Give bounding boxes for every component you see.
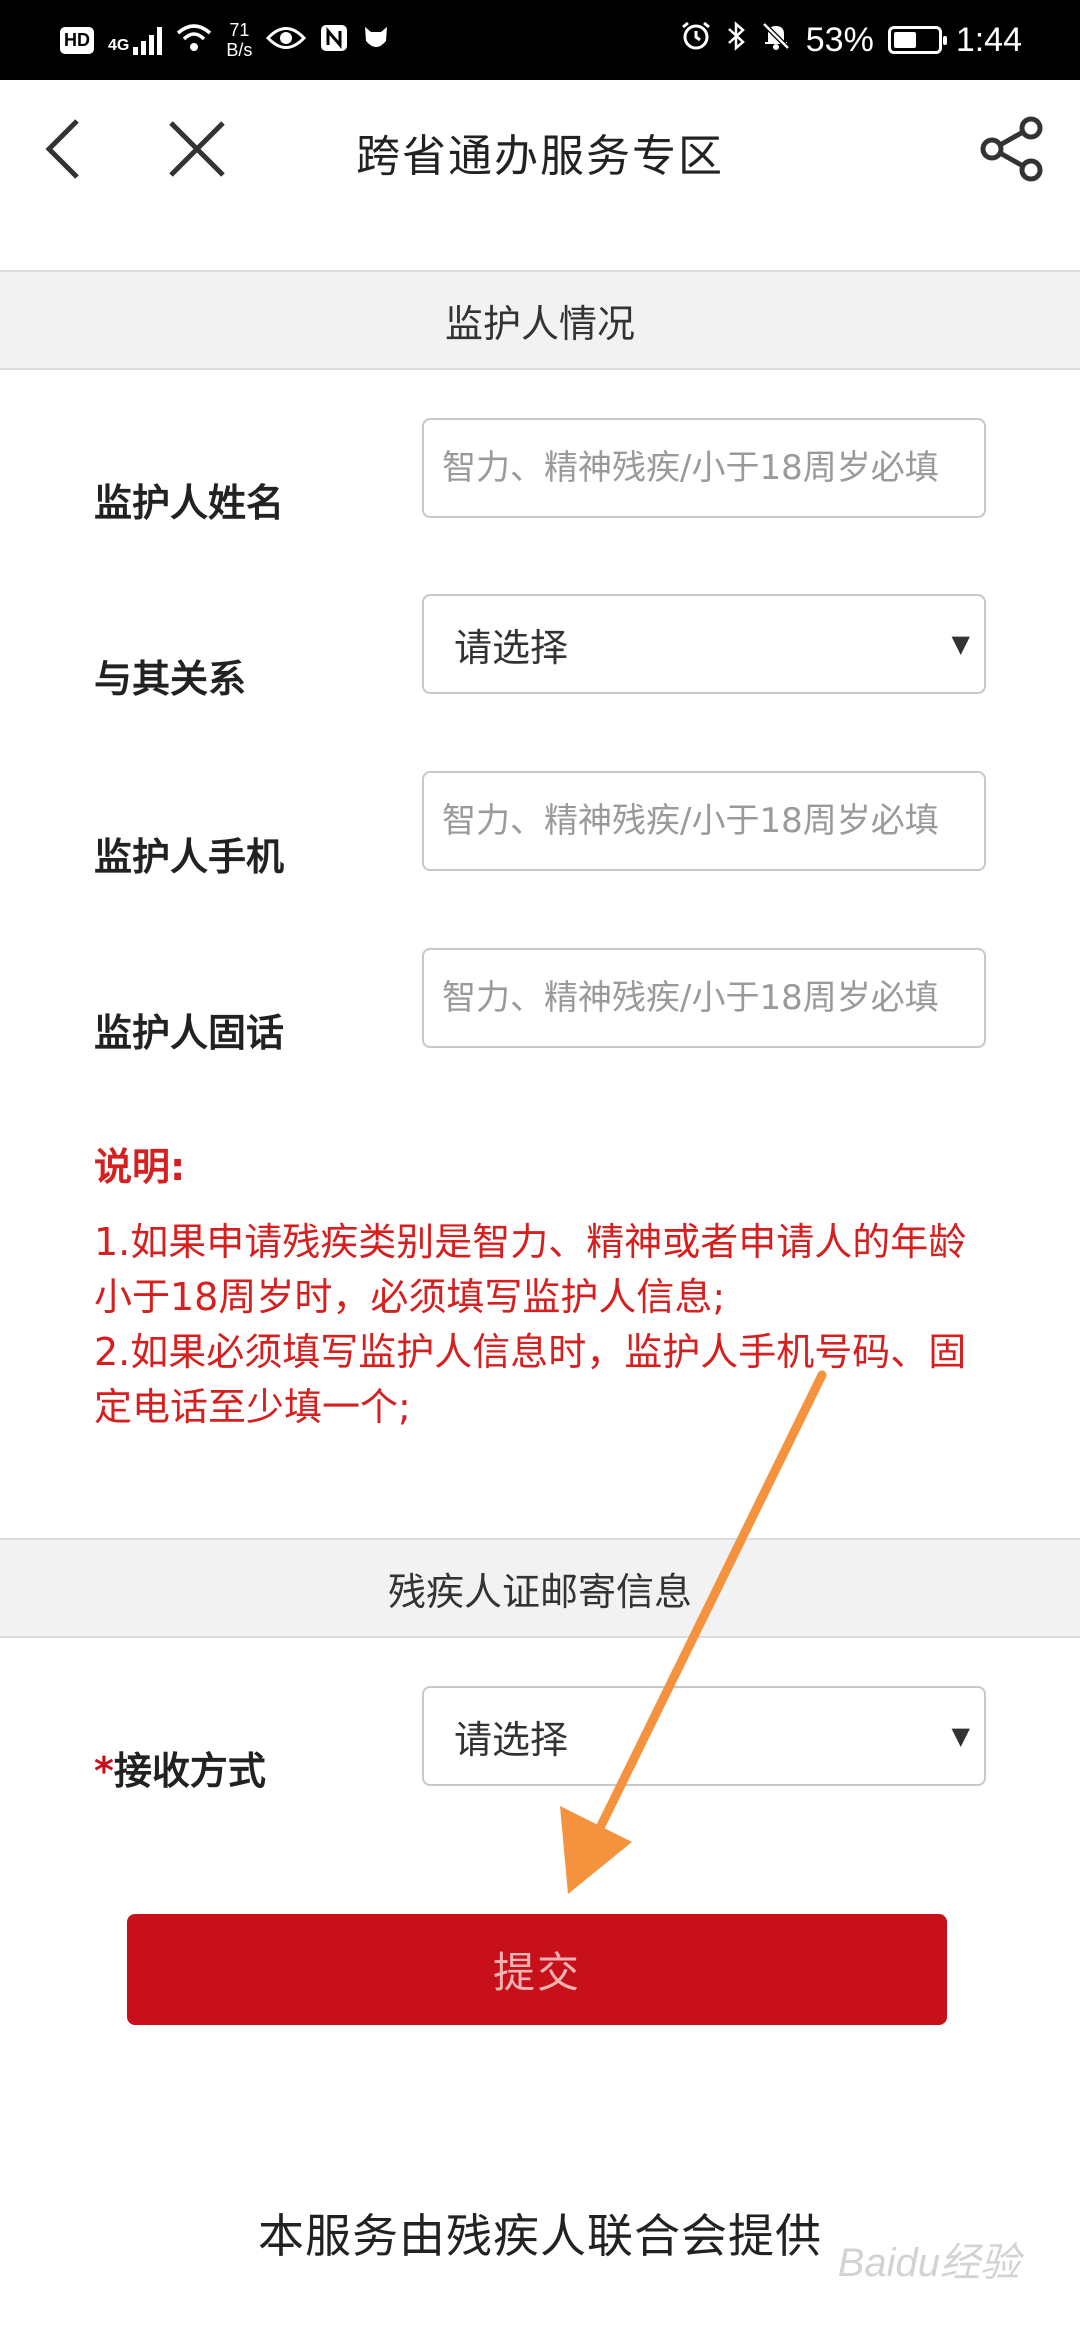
guardian-name-input[interactable] [442, 420, 966, 516]
share-icon [980, 116, 1043, 182]
network-type-label: 4G [108, 37, 130, 54]
baidu-watermark: Baidu经验 [837, 2241, 1020, 2285]
receive-method-label: *接收方式 [94, 1740, 266, 1795]
network-speed-unit: B/s [226, 40, 253, 60]
guardian-name-field-box [422, 418, 986, 518]
notes-title: 说明: [94, 1145, 186, 1189]
app-notification-icon [362, 23, 390, 58]
guardian-name-label: 监护人姓名 [94, 481, 285, 525]
relationship-select-value: 请选择 [454, 625, 569, 670]
relationship-select[interactable]: 请选择 ▼ [422, 594, 986, 694]
share-button[interactable] [978, 114, 1048, 184]
mail-section-header: 残疾人证邮寄信息 [0, 1538, 1080, 1638]
eye-icon [266, 25, 307, 56]
notes-block: 说明: 1.如果申请残疾类别是智力、精神或者申请人的年龄小于18周岁时，必须填写… [94, 1140, 994, 1435]
note-line-1: 1.如果申请残疾类别是智力、精神或者申请人的年龄小于18周岁时，必须填写监护人信… [94, 1220, 967, 1319]
bell-muted-icon [760, 20, 792, 61]
submit-button[interactable]: 提交 [127, 1914, 947, 2025]
nfc-icon [320, 24, 348, 57]
guardian-mobile-label: 监护人手机 [94, 835, 285, 879]
receive-method-select-value: 请选择 [454, 1717, 569, 1762]
guardian-section-header: 监护人情况 [0, 270, 1080, 370]
battery-percent: 53% [805, 20, 874, 59]
guardian-landline-field-box [422, 948, 986, 1048]
required-mark: * [94, 1749, 114, 1793]
guardian-mobile-field-box [422, 771, 986, 871]
submit-button-label: 提交 [492, 1948, 581, 1997]
note-line-2: 2.如果必须填写监护人信息时，监护人手机号码、固定电话至少填一个; [94, 1330, 967, 1429]
bluetooth-icon [726, 20, 746, 61]
receive-method-select[interactable]: 请选择 ▼ [422, 1686, 986, 1786]
guardian-section-title: 监护人情况 [444, 301, 635, 346]
guardian-landline-input[interactable] [442, 950, 966, 1046]
caret-down-icon: ▼ [951, 1722, 970, 1750]
status-bar: HD 4G 71 B/s 53% 1:44 [0, 0, 1080, 80]
receive-method-label-text: 接收方式 [113, 1749, 266, 1793]
network-speed-value: 71 [229, 20, 250, 40]
guardian-landline-label: 监护人固话 [94, 1011, 285, 1055]
alarm-icon [680, 20, 712, 61]
caret-down-icon: ▼ [951, 630, 970, 658]
wifi-icon [176, 23, 212, 58]
hd-voice-badge: HD [60, 26, 94, 54]
relationship-label: 与其关系 [94, 657, 247, 701]
guardian-mobile-input[interactable] [442, 773, 966, 869]
mail-section-title: 残疾人证邮寄信息 [387, 1569, 692, 1614]
signal-icon: 4G [108, 25, 163, 55]
title-bar: 跨省通办服务专区 [0, 80, 1080, 218]
network-speed: 71 B/s [226, 20, 252, 60]
battery-icon [887, 26, 947, 54]
clock: 1:44 [955, 20, 1022, 59]
page-title: 跨省通办服务专区 [356, 131, 724, 182]
